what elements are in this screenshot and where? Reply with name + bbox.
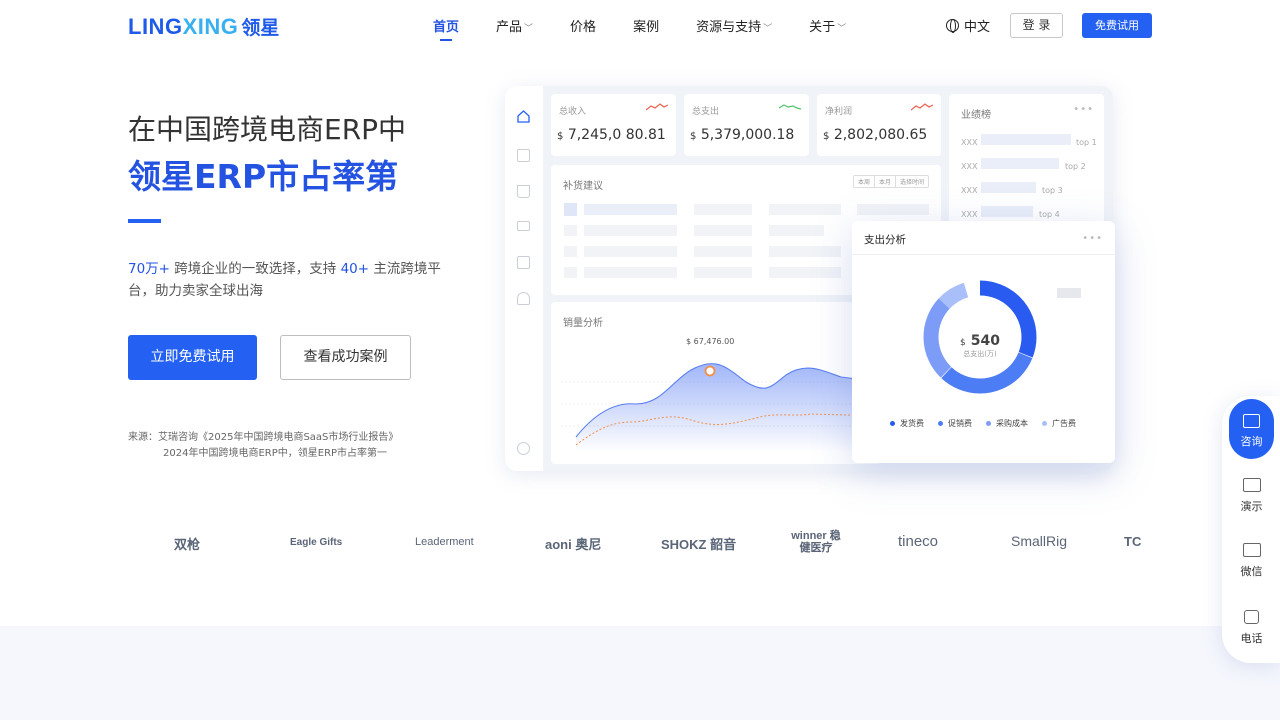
row-checkbox — [564, 225, 577, 236]
brand-logo: SmallRig — [1011, 533, 1068, 549]
kpi-card-expense: 总支出 $ 5,379,000.18 — [684, 94, 809, 156]
login-button[interactable]: 登 录 — [1010, 13, 1063, 38]
row-checkbox — [564, 203, 577, 216]
ranking-bar — [981, 158, 1059, 169]
table-cell — [584, 246, 677, 257]
free-trial-button[interactable]: 免费试用 — [1082, 13, 1152, 38]
ranking-bar — [981, 134, 1071, 145]
top-nav: LINGXING 领星 首页 产品 ﹀ 价格 案例 资源与支持 ﹀ 关于 ﹀ 中文 登… — [0, 0, 1280, 52]
table-cell — [769, 267, 841, 278]
legend-item: 发货费 — [890, 418, 924, 429]
demo-button[interactable]: 演示 — [1229, 478, 1274, 514]
chevron-down-icon: ﹀ — [763, 24, 773, 34]
legend-item: 广告费 — [1042, 418, 1076, 429]
document-icon — [517, 149, 530, 162]
chat-icon — [1243, 414, 1260, 428]
settings-icon — [517, 442, 530, 455]
kpi-card-profit: 净利润 $ 2,802,080.65 — [817, 94, 941, 156]
ranking-bar — [981, 182, 1036, 193]
brand-logo: Eagle Gifts — [290, 537, 343, 548]
sparkline-icon — [646, 103, 668, 111]
language-label: 中文 — [964, 20, 991, 35]
hero-description: 70万+ 跨境企业的一致选择，支持 40+ 主流跨境平台，助力卖家全球出海 — [128, 261, 441, 299]
kpi-card-revenue: 总收入 $ 7,245,0 80.81 — [551, 94, 676, 156]
table-cell — [694, 267, 752, 278]
expense-analysis-card: 支出分析 ••• $ 540 总支出(万) 发货费 促销费 采购成本 广告费 — [852, 221, 1115, 463]
sales-area-chart — [561, 363, 881, 452]
consult-button[interactable]: 咨询 — [1229, 399, 1274, 459]
mockup-sidebar — [505, 86, 543, 471]
divider — [852, 254, 1115, 255]
chevron-down-icon: ﹀ — [837, 24, 847, 34]
brand-logo: SHOKZ 韶音 — [661, 537, 737, 552]
phone-button[interactable]: 电话 — [1229, 610, 1274, 646]
start-free-trial-button[interactable]: 立即免费试用 — [128, 335, 257, 380]
table-cell — [694, 204, 752, 215]
legend-item: 促销费 — [938, 418, 972, 429]
globe-icon — [946, 19, 959, 33]
brand-logo: winner 稳健医疗 — [791, 530, 841, 554]
sparkline-icon — [911, 103, 933, 111]
menu-item-about[interactable]: 关于 ﹀ — [809, 16, 846, 35]
truck-icon — [517, 221, 530, 231]
brand-logo: 双枪 — [174, 537, 201, 552]
row-checkbox — [564, 267, 577, 278]
hero-title-line2: 领星ERP市占率第 — [128, 157, 399, 196]
sparkline-icon — [779, 104, 801, 110]
more-icon: ••• — [1073, 104, 1094, 115]
chevron-down-icon: ﹀ — [524, 24, 534, 34]
table-cell — [769, 225, 824, 236]
sales-chart-card: 销量分析 $ 67,476.00 — [551, 302, 881, 464]
logo-text-zh: 领星 — [241, 17, 280, 39]
language-switch[interactable]: 中文 — [946, 16, 990, 35]
title-accent-bar — [128, 219, 161, 223]
brand-logo: aoni 奥尼 — [545, 537, 602, 552]
next-section-background — [0, 626, 1280, 720]
restock-tabs: 本周 本月 选择时间 — [852, 175, 929, 188]
menu-item-products[interactable]: 产品 ﹀ — [496, 16, 533, 35]
home-icon — [517, 110, 530, 123]
hero-title-line1: 在中国跨境电商ERP中 — [128, 113, 407, 146]
brand-logo: TC — [1124, 534, 1142, 549]
lingxing-logo[interactable]: LINGXING 领星 — [128, 13, 279, 40]
table-cell — [769, 246, 841, 257]
menu-item-home[interactable]: 首页 — [433, 16, 459, 41]
brand-logo: Leaderment — [415, 536, 474, 548]
menu-item-cases[interactable]: 案例 — [633, 16, 659, 35]
source-note: 来源：艾瑞咨询《2025年中国跨境电商SaaS市场行业报告》 2024年中国跨境… — [128, 432, 399, 459]
view-cases-button[interactable]: 查看成功案例 — [280, 335, 411, 380]
table-cell — [584, 267, 677, 278]
table-cell — [694, 225, 752, 236]
menu-item-resources[interactable]: 资源与支持 ﹀ — [696, 16, 772, 35]
tooltip-placeholder — [1057, 288, 1081, 298]
table-cell — [769, 204, 841, 215]
message-icon — [1242, 543, 1261, 557]
menu-item-pricing[interactable]: 价格 — [570, 16, 596, 35]
table-cell — [694, 246, 752, 257]
logo-text-en: LINGXING — [128, 13, 239, 39]
cart-icon — [517, 185, 530, 198]
ranking-bar — [981, 206, 1033, 217]
headset-icon — [517, 292, 530, 305]
more-icon[interactable]: ••• — [1082, 233, 1103, 244]
table-cell — [857, 204, 929, 215]
wechat-button[interactable]: 微信 — [1229, 543, 1274, 579]
ranking-card: 业绩榜 ••• XXX top 1 XXX top 2 XXX top 3 XX… — [949, 94, 1104, 229]
donut-center-label: $ 540 总支出(万) — [959, 333, 1001, 358]
brand-logo: tineco — [898, 533, 939, 550]
table-cell — [584, 204, 677, 215]
main-menu: 首页 产品 ﹀ 价格 案例 资源与支持 ﹀ 关于 ﹀ — [433, 16, 883, 41]
table-cell — [584, 225, 677, 236]
row-checkbox — [564, 246, 577, 257]
legend-item: 采购成本 — [986, 418, 1028, 429]
customer-logos: 双枪 Eagle Gifts Leaderment aoni 奥尼 SHOKZ … — [128, 528, 1152, 560]
chart-icon — [1242, 478, 1261, 492]
phone-icon — [1244, 610, 1259, 624]
expense-legend: 发货费 促销费 采购成本 广告费 — [890, 418, 1090, 429]
warehouse-icon — [517, 256, 530, 269]
